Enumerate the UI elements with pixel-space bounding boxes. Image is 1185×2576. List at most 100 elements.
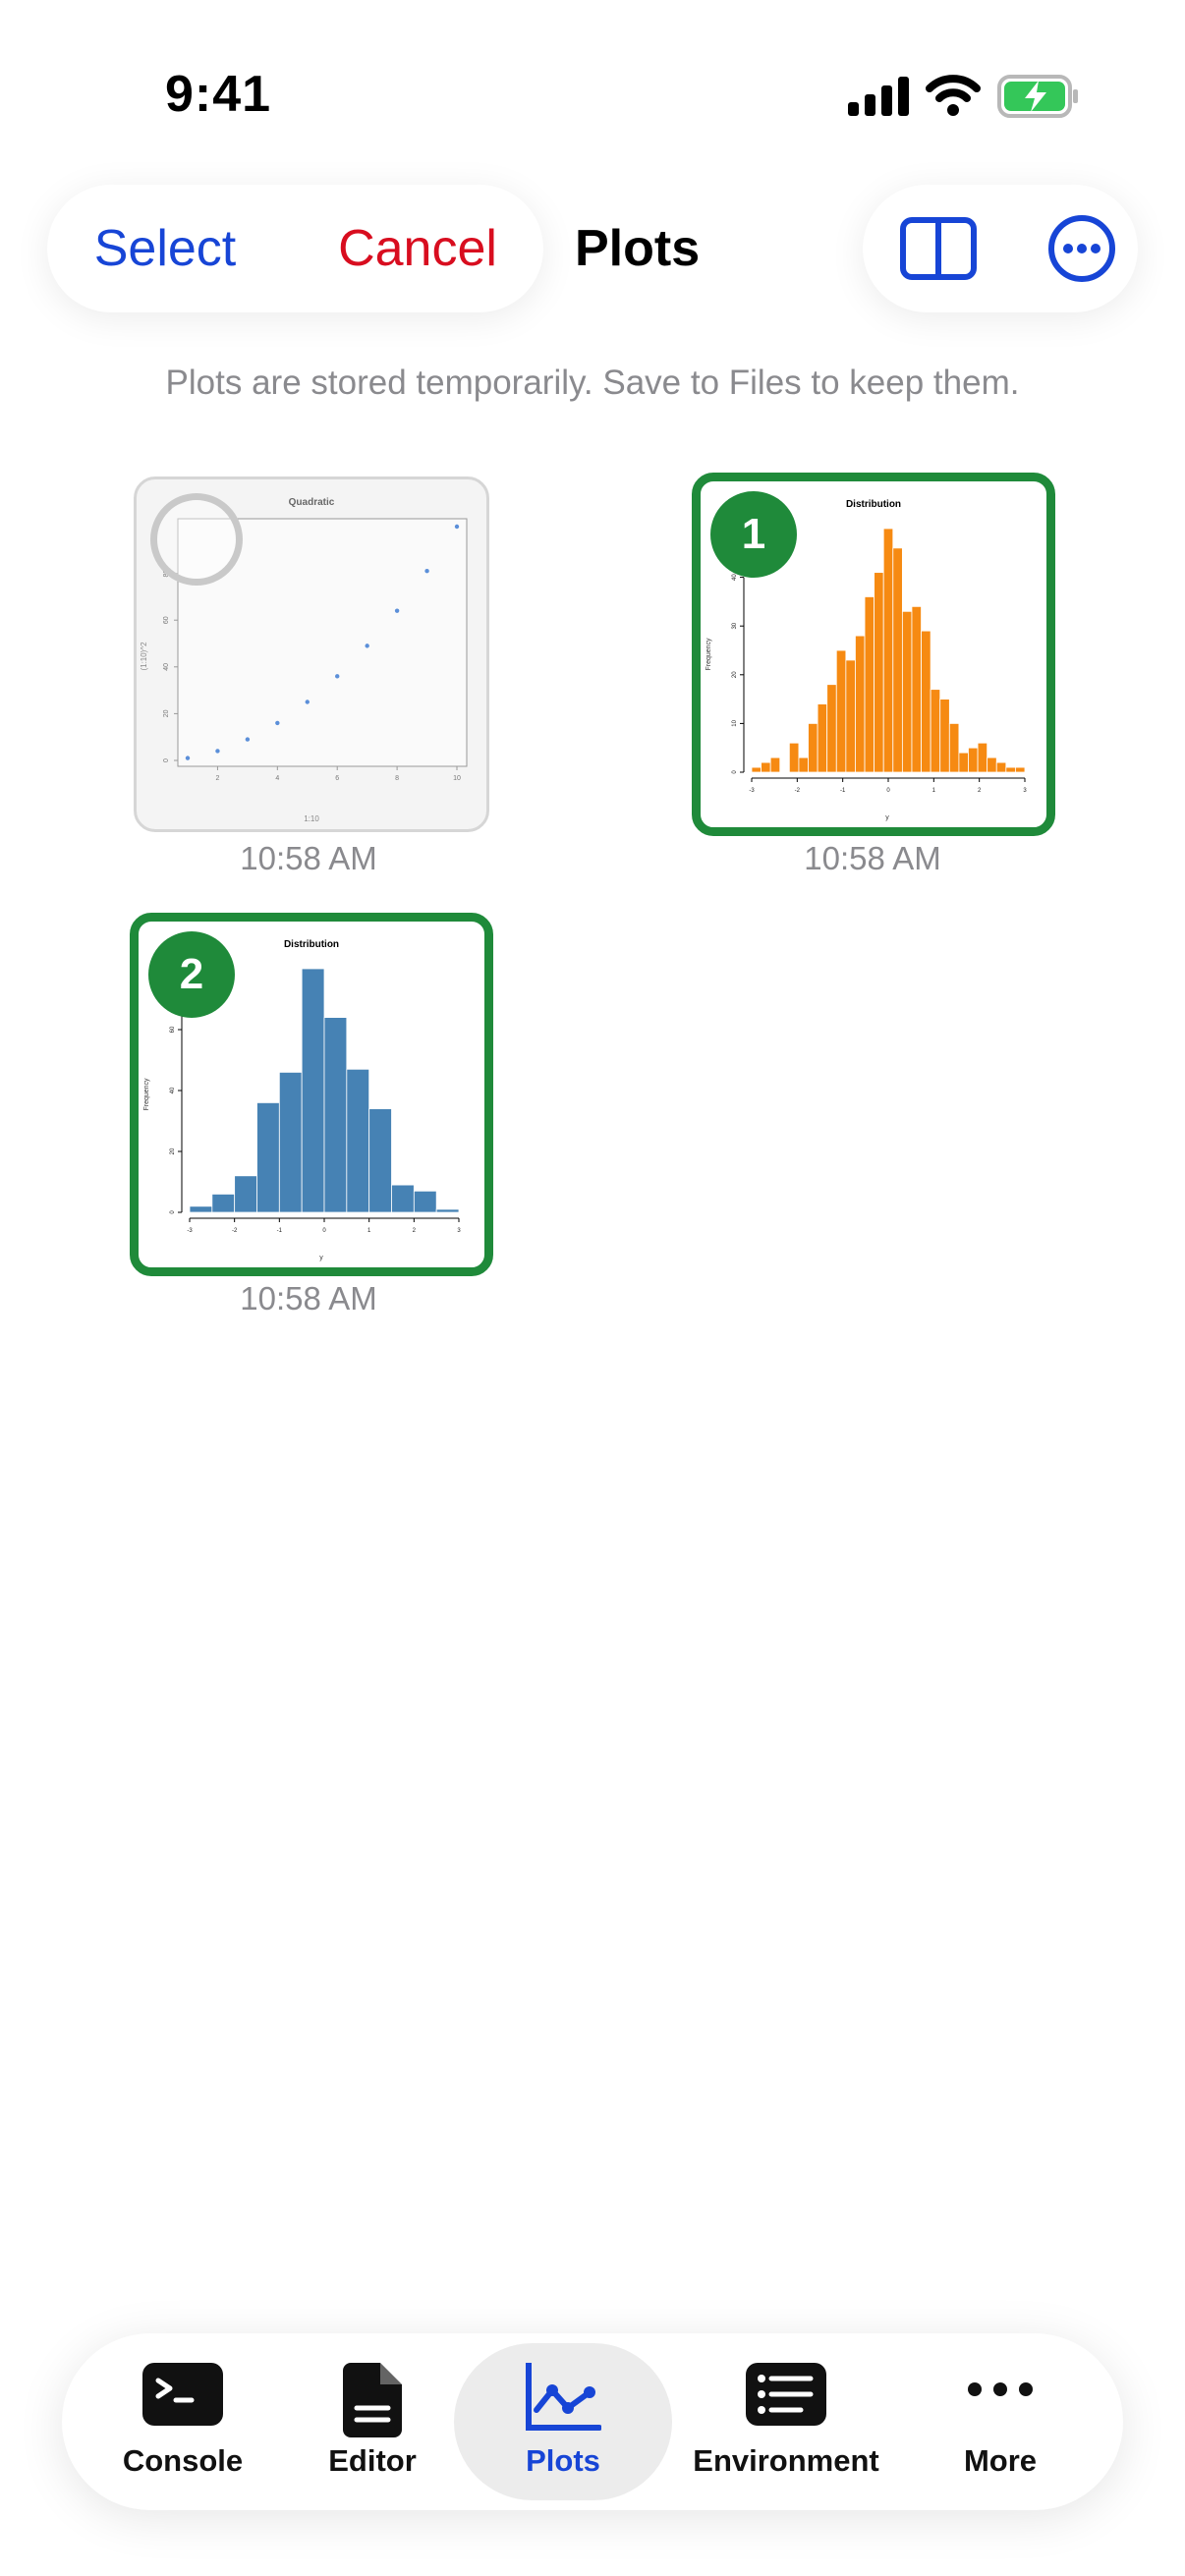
selection-badge[interactable]: 1 — [710, 491, 797, 578]
page-title: Plots — [575, 220, 701, 277]
x-axis-label: 1:10 — [304, 814, 319, 823]
tab-label: Plots — [526, 2443, 600, 2478]
x-axis-label: y — [885, 814, 889, 821]
x-tick-label: 0 — [886, 788, 890, 794]
y-tick-label: 0 — [732, 770, 738, 774]
plot-thumbnail[interactable]: Distribution y Frequency -3 -2 -1 0 1 2 3 0 20 40… — [130, 913, 493, 1276]
histogram-bar — [845, 659, 856, 773]
histogram-bar — [761, 761, 771, 773]
histogram-bar — [901, 610, 913, 773]
y-axis-label: (1:10)^2 — [140, 642, 148, 671]
y-tick-label: 0 — [170, 1210, 176, 1214]
plot-thumbnail[interactable]: Quadratic 1:10 (1:10)^2 2 4 6 8 10 0 20 40 60 80 — [134, 476, 489, 832]
histogram-bar — [968, 747, 979, 773]
x-tick-label: -2 — [232, 1228, 238, 1234]
histogram-bar — [826, 684, 837, 773]
wifi-icon — [926, 75, 981, 116]
x-tick-label: -1 — [840, 788, 846, 794]
cancel-button[interactable]: Cancel — [295, 185, 540, 312]
tab-label: Editor — [328, 2443, 417, 2478]
list-icon — [746, 2363, 826, 2426]
data-point — [245, 737, 251, 742]
plot-time: 10:58 AM — [804, 840, 941, 876]
histogram-bar — [874, 572, 884, 773]
x-tick-label: 1 — [367, 1228, 371, 1234]
tab-more[interactable]: More — [914, 2343, 1087, 2500]
histogram-bar — [211, 1193, 236, 1213]
histogram-bar — [995, 761, 1007, 773]
x-tick-label: 2 — [413, 1228, 417, 1234]
histogram-bar — [413, 1190, 437, 1213]
selection-badge[interactable]: 2 — [148, 931, 235, 1018]
histogram-bar — [189, 1205, 213, 1213]
histogram-bar — [882, 528, 894, 773]
data-point — [394, 608, 400, 613]
histogram-bar — [930, 689, 941, 773]
y-axis-label: Frequency — [705, 638, 712, 671]
histogram-bar — [301, 968, 325, 1213]
y-tick-label: 20 — [732, 671, 738, 678]
x-tick-label: 4 — [275, 775, 279, 782]
histogram-bar — [391, 1184, 415, 1213]
battery-charging-icon — [997, 75, 1078, 118]
chart-title: Quadratic — [289, 497, 335, 508]
histogram-bar — [987, 756, 997, 773]
y-tick-label: 20 — [170, 1148, 176, 1154]
data-point — [365, 644, 369, 648]
tab-console[interactable]: Console — [90, 2343, 275, 2500]
data-point — [215, 749, 220, 754]
more-options-button[interactable] — [1028, 195, 1136, 303]
histogram-bar — [855, 635, 866, 773]
histogram-bar — [1015, 766, 1026, 773]
histogram-bar — [921, 630, 931, 773]
x-tick-label: 2 — [215, 775, 219, 782]
ellipsis-icon — [968, 2382, 1033, 2396]
tab-plots[interactable]: Plots — [454, 2343, 672, 2500]
data-point — [185, 756, 191, 760]
histogram-bar — [939, 699, 950, 773]
histogram-bar — [958, 752, 969, 773]
y-tick-label: 10 — [732, 719, 738, 726]
x-tick-label: 8 — [395, 775, 399, 782]
x-tick-label: 6 — [335, 775, 339, 782]
selection-ring[interactable] — [150, 493, 243, 586]
histogram-bar — [368, 1108, 392, 1213]
document-icon — [343, 2363, 402, 2437]
plot-thumbnail[interactable]: Distribution y Frequency -3 -2 -1 0 1 2 3 0 10 20… — [692, 473, 1055, 836]
histogram-bar — [835, 649, 847, 773]
chart-title: Distribution — [846, 499, 901, 510]
histogram-bar — [1005, 766, 1016, 773]
ellipsis-circle-icon — [1048, 215, 1115, 282]
histogram-bar — [234, 1175, 257, 1213]
histogram-bar — [817, 703, 828, 773]
y-tick-label: 40 — [170, 1087, 176, 1093]
data-point — [454, 524, 460, 530]
x-tick-label: 1 — [932, 788, 936, 794]
x-tick-label: 0 — [322, 1228, 326, 1234]
histogram-bar — [948, 722, 960, 773]
tab-editor[interactable]: Editor — [280, 2343, 465, 2500]
histogram-bar — [346, 1068, 370, 1213]
tab-label: Environment — [693, 2443, 879, 2478]
terminal-icon — [142, 2363, 223, 2426]
tab-environment[interactable]: Environment — [678, 2343, 894, 2500]
histogram-bar — [892, 547, 903, 773]
histogram-bar — [323, 1017, 348, 1213]
cellular-signal-icon — [848, 77, 909, 116]
y-tick-label: 20 — [163, 709, 170, 717]
data-point — [275, 720, 280, 726]
x-tick-label: 3 — [457, 1228, 461, 1234]
storage-notice: Plots are stored temporarily. Save to Fi… — [165, 364, 1020, 402]
select-button[interactable]: Select — [47, 185, 283, 312]
histogram-bar — [256, 1101, 280, 1213]
chart-title: Distribution — [284, 939, 339, 950]
x-axis-label: y — [319, 1255, 323, 1261]
histogram-bar — [435, 1208, 460, 1213]
x-tick-label: -1 — [277, 1228, 283, 1234]
tab-label: Console — [122, 2443, 244, 2478]
split-view-icon — [900, 217, 977, 280]
y-axis-label: Frequency — [143, 1078, 150, 1111]
status-time: 9:41 — [165, 66, 272, 123]
split-view-button[interactable] — [884, 195, 992, 303]
histogram-bar — [769, 756, 781, 773]
